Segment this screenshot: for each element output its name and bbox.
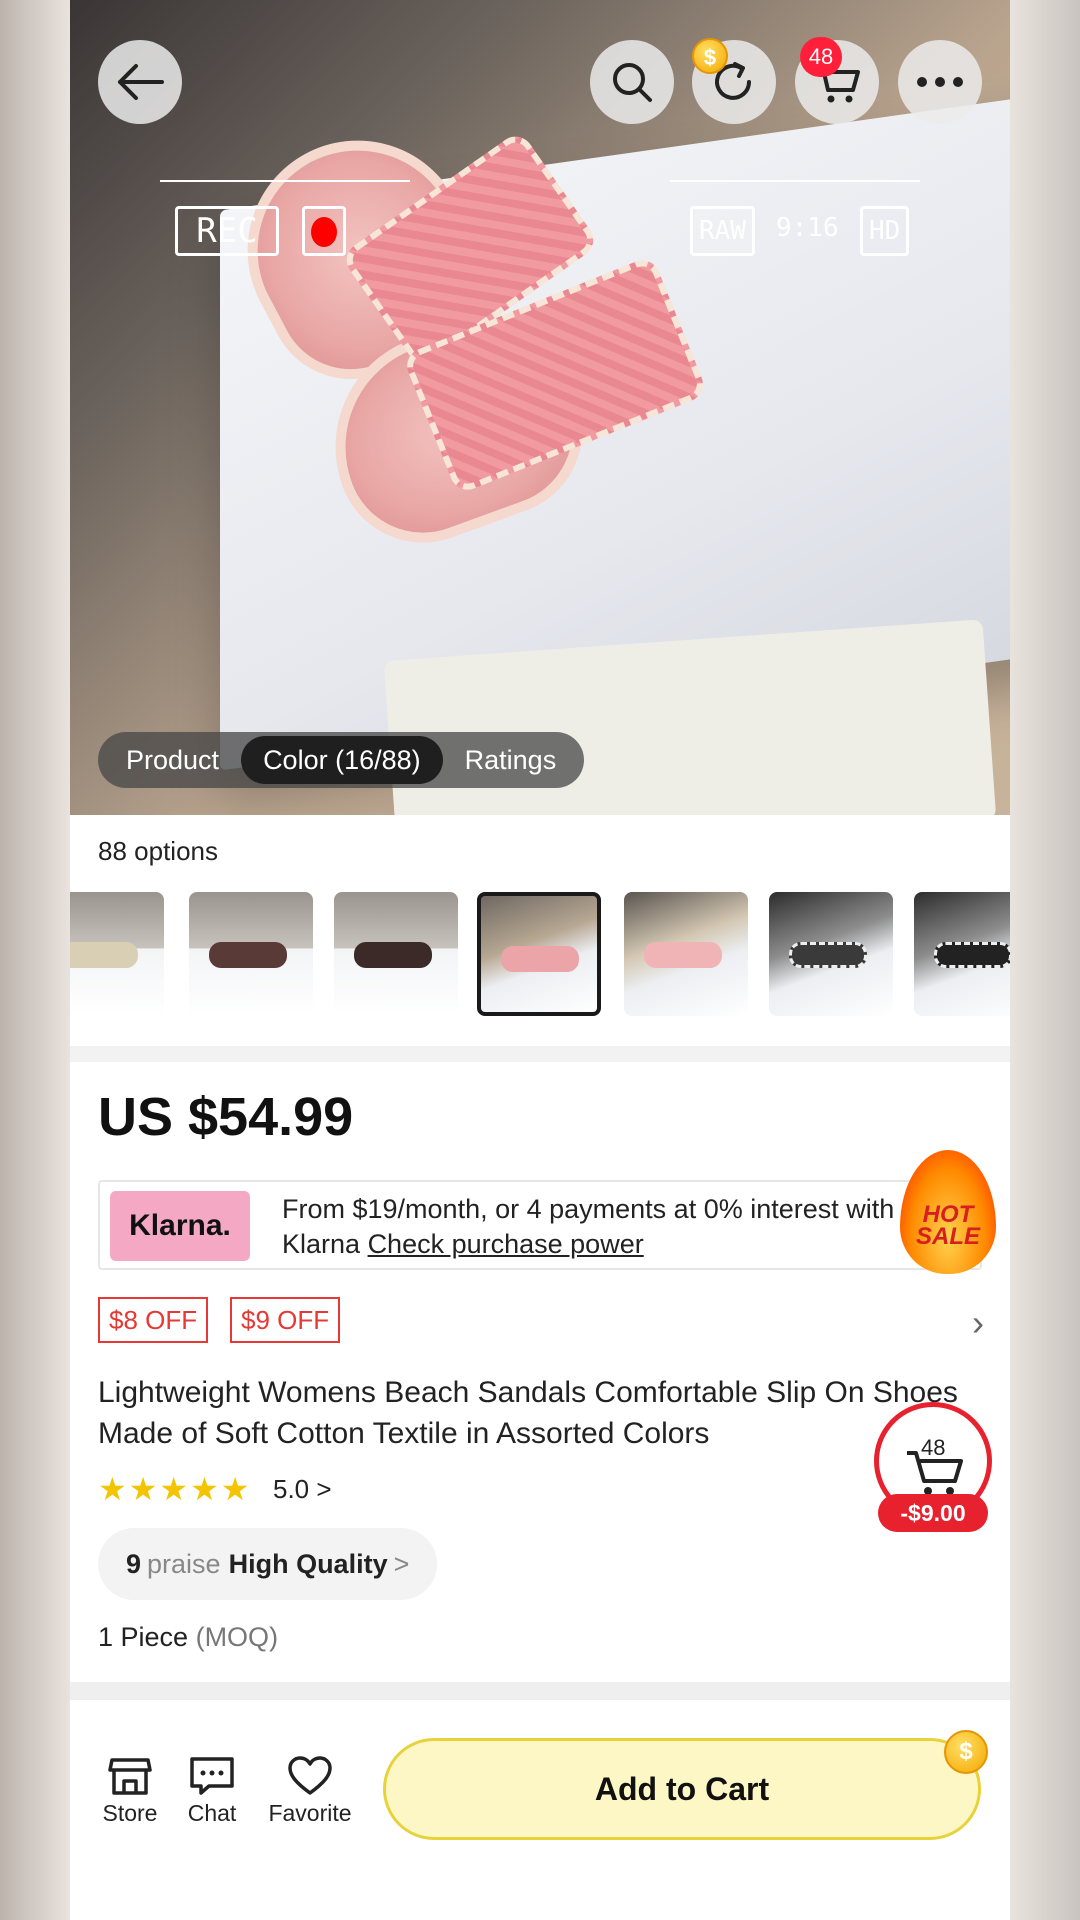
color-option[interactable] <box>769 892 893 1016</box>
chat-label: Chat <box>187 1800 237 1826</box>
product-title: Lightweight Womens Beach Sandals Comfort… <box>98 1376 958 1450</box>
more-button[interactable] <box>898 40 982 124</box>
klarna-banner[interactable]: Klarna. From $19/month, or 4 payments at… <box>98 1180 982 1270</box>
store-label: Store <box>102 1800 158 1826</box>
color-thumbnails <box>70 892 1010 1016</box>
coupon-9-off[interactable]: $9 OFF <box>230 1297 341 1343</box>
coin-icon: $ <box>944 1730 988 1774</box>
color-option[interactable] <box>914 892 1010 1016</box>
color-option[interactable] <box>624 892 748 1016</box>
praise-word: praise <box>147 1548 221 1579</box>
moq-label: (MOQ) <box>195 1622 279 1652</box>
color-option-selected[interactable] <box>477 892 601 1016</box>
chat-icon <box>190 1757 234 1795</box>
tab-product[interactable]: Product <box>104 736 241 784</box>
product-image[interactable]: REC RAW 9:16 HD $ 48 Product Color (16/8… <box>70 0 1010 815</box>
color-option[interactable] <box>334 892 458 1016</box>
rating-stars-icon: ★★★★★ <box>98 1471 252 1507</box>
hot-sale-badge[interactable]: HOT SALE <box>900 1150 996 1274</box>
add-to-cart-button[interactable]: Add to Cart <box>383 1738 981 1840</box>
color-option[interactable] <box>70 892 164 1016</box>
praise-count: 9 <box>126 1548 142 1579</box>
chevron-right-icon: > <box>393 1548 410 1579</box>
hd-label: HD <box>860 206 910 256</box>
favorite-button[interactable]: Favorite <box>265 1756 355 1827</box>
klarna-logo: Klarna. <box>110 1191 250 1261</box>
moq-qty: 1 Piece <box>98 1622 189 1652</box>
moq-info: 1 Piece (MOQ) <box>98 1622 278 1653</box>
klarna-line2-prefix: Klarna <box>282 1229 368 1259</box>
section-divider <box>70 1046 1010 1062</box>
product-page: REC RAW 9:16 HD $ 48 Product Color (16/8… <box>70 0 1010 1920</box>
praise-chip[interactable]: 9 praise High Quality > <box>98 1528 438 1600</box>
cart-count-badge: 48 <box>800 37 842 77</box>
praise-tag: High Quality <box>228 1548 388 1579</box>
color-option[interactable] <box>189 892 313 1016</box>
klarna-text: From $19/month, or 4 payments at 0% inte… <box>282 1192 902 1262</box>
more-dots-icon <box>917 77 963 87</box>
media-tabs: Product Color (16/88) Ratings <box>98 732 585 788</box>
search-button[interactable] <box>590 40 674 124</box>
arrow-left-icon <box>118 64 164 100</box>
check-purchase-power-link[interactable]: Check purchase power <box>368 1229 644 1259</box>
rec-dot-icon <box>302 206 346 256</box>
coupon-8-off[interactable]: $8 OFF <box>98 1297 209 1343</box>
coin-icon: $ <box>692 38 728 74</box>
ratio-label: 9:16 <box>776 213 839 243</box>
store-icon <box>108 1758 152 1795</box>
options-count: 88 options <box>98 836 218 866</box>
viewfinder-line <box>670 180 920 182</box>
rec-label: REC <box>175 206 279 256</box>
klarna-line1: From $19/month, or 4 payments at 0% inte… <box>282 1194 895 1224</box>
chevron-right-icon[interactable]: › <box>972 1302 984 1344</box>
floating-cart-discount: -$9.00 <box>878 1494 988 1532</box>
klarna-line2: Klarna Check purchase power <box>282 1227 902 1262</box>
chat-button[interactable]: Chat <box>182 1756 242 1827</box>
hot-sale-line2: SALE <box>915 1223 980 1250</box>
favorite-label: Favorite <box>268 1800 352 1826</box>
product-price: US $54.99 <box>98 1087 354 1147</box>
back-button[interactable] <box>98 40 182 124</box>
raw-label: RAW <box>690 206 755 256</box>
next-section-peek <box>70 1682 1010 1702</box>
tab-ratings[interactable]: Ratings <box>443 736 579 784</box>
store-button[interactable]: Store <box>98 1756 162 1827</box>
bottom-action-bar: Store Chat Favorite Add to Cart $ <box>70 1700 1010 1920</box>
tab-color[interactable]: Color (16/88) <box>241 736 443 784</box>
floating-cart-count: 48 <box>921 1435 946 1460</box>
heart-icon <box>288 1756 332 1795</box>
search-icon <box>613 63 652 102</box>
viewfinder-line <box>160 180 410 182</box>
rating-value[interactable]: 5.0 > <box>273 1474 332 1505</box>
hot-sale-text: HOT SALE <box>900 1203 996 1250</box>
